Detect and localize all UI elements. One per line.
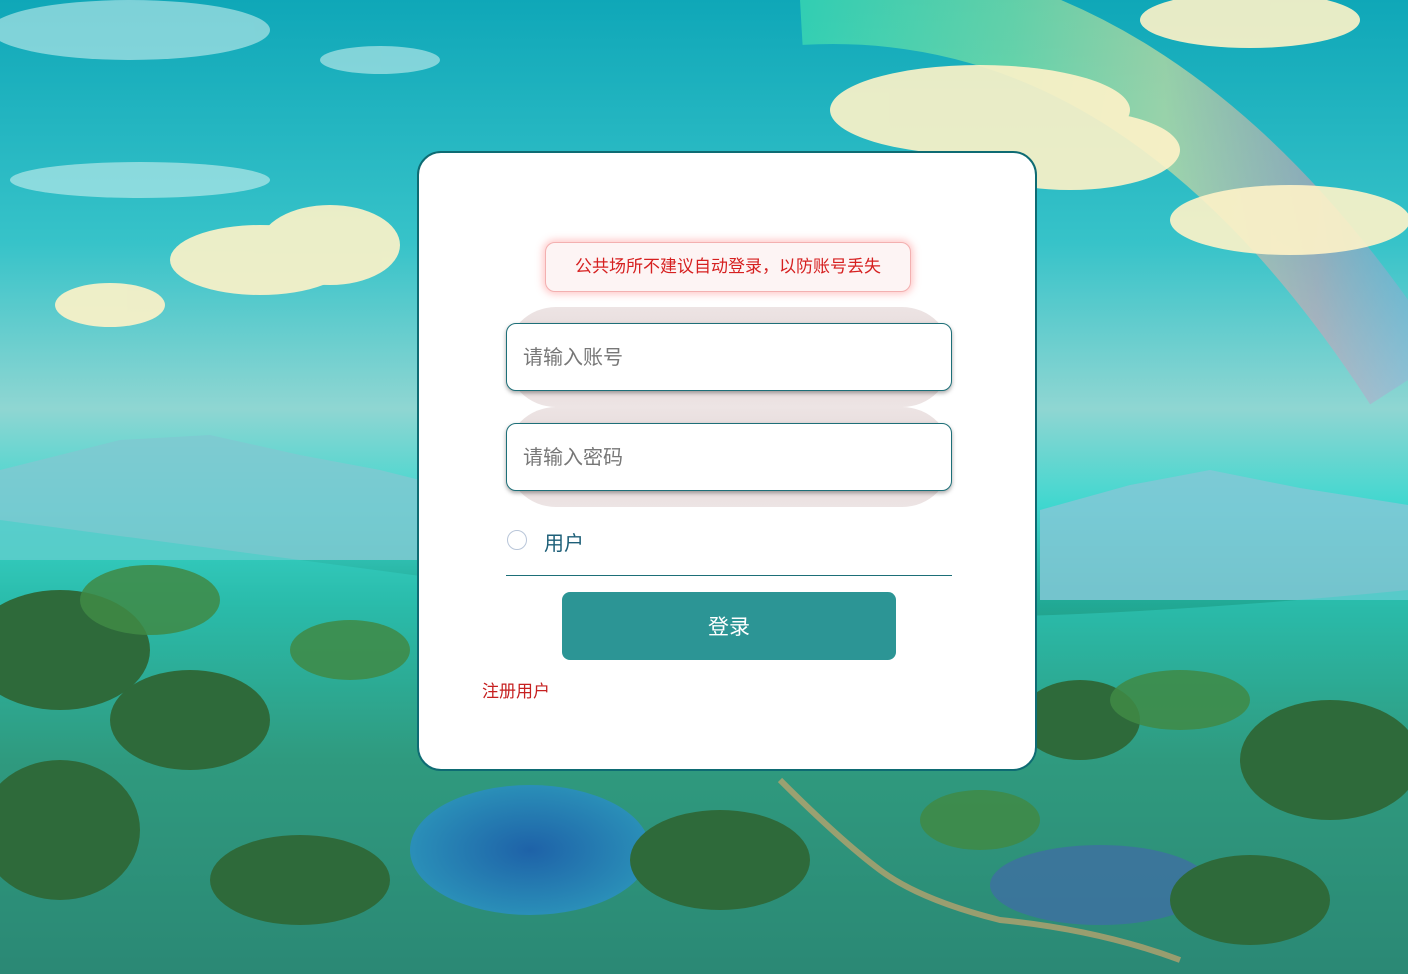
auto-login-warning: 公共场所不建议自动登录，以防账号丢失 bbox=[545, 242, 911, 292]
password-input[interactable] bbox=[506, 423, 952, 491]
username-field-wrapper bbox=[506, 307, 952, 407]
user-role-label[interactable]: 用户 bbox=[544, 527, 584, 556]
password-field-wrapper bbox=[506, 407, 952, 507]
username-input[interactable] bbox=[506, 323, 952, 391]
register-user-link[interactable]: 注册用户 bbox=[482, 677, 550, 702]
login-button[interactable]: 登录 bbox=[562, 592, 896, 660]
login-card: 公共场所不建议自动登录，以防账号丢失 用户 登录 注册用户 bbox=[417, 151, 1037, 771]
role-selector: 用户 bbox=[506, 525, 952, 576]
user-role-radio[interactable] bbox=[507, 530, 527, 550]
